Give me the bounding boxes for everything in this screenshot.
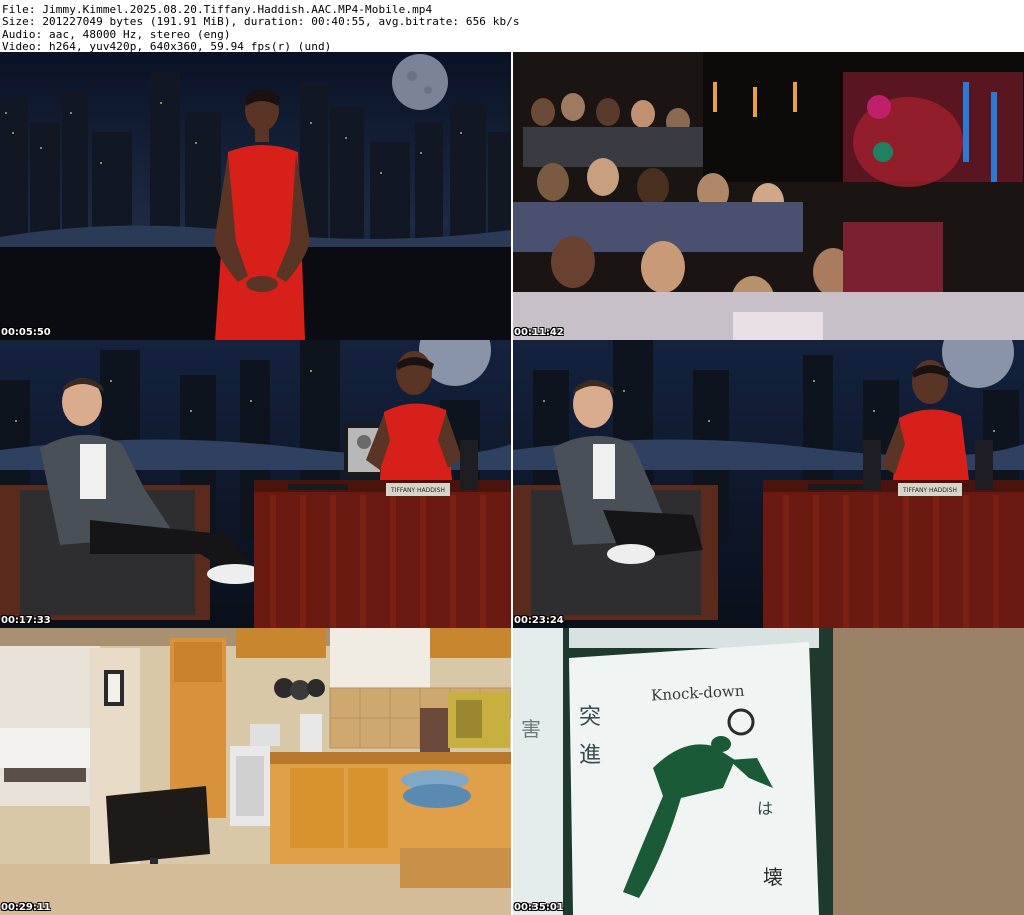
frame-image: [0, 52, 511, 340]
nameplate-text: TIFFANY HADDISH: [902, 487, 957, 494]
thumbnail-5-miniature-kitchen[interactable]: 00:29:11: [0, 628, 511, 915]
file-size-line: Size: 201227049 bytes (191.91 MiB), dura…: [2, 15, 520, 29]
file-info-header: File: Jimmy.Kimmel.2025.08.20.Tiffany.Ha…: [0, 0, 1024, 53]
nameplate-text: TIFFANY HADDISH: [390, 487, 445, 494]
thumbnail-4-guest-interview[interactable]: TIFFANY HADDISH 00:23:24: [513, 340, 1024, 628]
svg-text:壊: 壊: [763, 865, 783, 889]
timestamp: 00:11:42: [514, 327, 564, 338]
frame-image: [0, 628, 511, 915]
frame-image: Knock-down 突 進 害 は 壊: [513, 628, 1024, 915]
timestamp: 00:23:24: [514, 615, 564, 626]
timestamp: 00:29:11: [1, 902, 51, 913]
svg-text:進: 進: [579, 743, 601, 768]
thumbnail-6-warning-sign[interactable]: Knock-down 突 進 害 は 壊 00:35:01: [513, 628, 1024, 915]
timestamp: 00:05:50: [1, 327, 51, 338]
thumbnail-grid: 00:05:50 00:11:42 TIFFANY HADDISH 00:17:…: [0, 52, 1024, 915]
thumbnail-1-host-monologue[interactable]: 00:05:50: [0, 52, 511, 340]
thumbnail-3-guest-interview[interactable]: TIFFANY HADDISH 00:17:33: [0, 340, 511, 628]
thumbnail-2-studio-audience[interactable]: 00:11:42: [513, 52, 1024, 340]
svg-text:突: 突: [579, 705, 601, 730]
timestamp: 00:35:01: [514, 902, 564, 913]
frame-image: TIFFANY HADDISH: [0, 340, 511, 628]
timestamp: 00:17:33: [1, 615, 51, 626]
frame-image: TIFFANY HADDISH: [513, 340, 1024, 628]
svg-text:害: 害: [521, 717, 541, 741]
frame-image: [513, 52, 1024, 340]
svg-text:は: は: [757, 799, 773, 818]
